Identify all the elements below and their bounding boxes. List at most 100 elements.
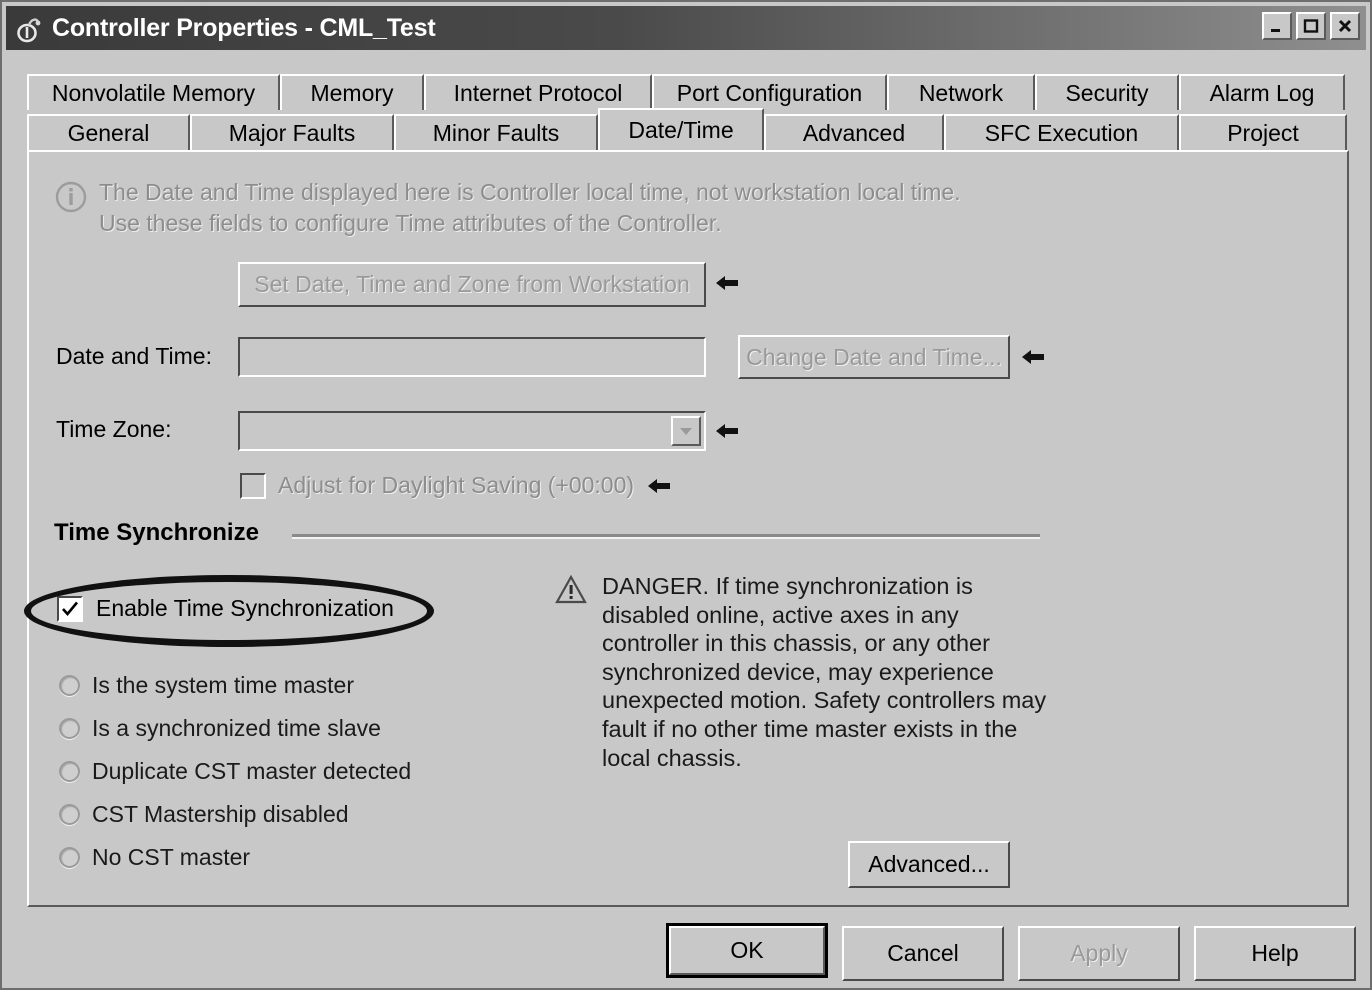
group-separator <box>292 534 1040 539</box>
maximize-icon[interactable] <box>1296 12 1326 40</box>
controller-properties-window: Controller Properties - CML_Test Nonvola… <box>0 0 1372 990</box>
tab-label: Network <box>918 79 1004 106</box>
status-option-label: CST Mastership disabled <box>92 801 349 827</box>
radio-icon[interactable] <box>59 847 80 868</box>
tab-label: Security <box>1065 79 1149 106</box>
tab-row-2: General Major Faults Minor Faults Date/T… <box>27 108 1349 150</box>
tab-strip: Nonvolatile Memory Memory Internet Proto… <box>27 72 1349 150</box>
close-icon[interactable] <box>1330 12 1360 40</box>
set-from-workstation-button[interactable]: Set Date, Time and Zone from Workstation <box>238 262 706 307</box>
time-sync-status-list: Is the system time master Is a synchroni… <box>59 664 411 879</box>
tab-label: Advanced <box>802 119 906 146</box>
enable-time-sync-label: Enable Time Synchronization <box>96 595 394 621</box>
left-arrow-annotation <box>714 418 740 444</box>
tab-label: General <box>67 119 150 146</box>
tab-row-1: Nonvolatile Memory Memory Internet Proto… <box>27 72 1349 110</box>
cancel-label: Cancel <box>887 940 959 966</box>
apply-label: Apply <box>1070 940 1128 966</box>
radio-icon[interactable] <box>59 718 80 739</box>
danger-line: unexpected motion. Safety controllers ma… <box>602 687 1047 714</box>
time-synchronize-group-title: Time Synchronize <box>54 519 259 546</box>
danger-line: local chassis. <box>602 744 742 771</box>
ok-button[interactable]: OK <box>666 923 828 978</box>
status-option-system-time-master[interactable]: Is the system time master <box>59 664 411 707</box>
window-controls <box>1262 12 1360 40</box>
advanced-button[interactable]: Advanced... <box>848 841 1010 888</box>
ok-label: OK <box>730 937 764 963</box>
danger-line: DANGER. If time synchronization is <box>602 573 973 599</box>
enable-time-sync-checkbox[interactable] <box>57 595 83 622</box>
status-option-label: Is the system time master <box>92 672 355 698</box>
warning-triangle-icon <box>555 574 589 611</box>
daylight-saving-label: Adjust for Daylight Saving (+00:00) <box>278 472 635 498</box>
tab-advanced[interactable]: Advanced <box>764 114 944 150</box>
status-option-label: Duplicate CST master detected <box>92 758 412 784</box>
info-line-1: The Date and Time displayed here is Cont… <box>99 179 961 205</box>
daylight-saving-row[interactable]: Adjust for Daylight Saving (+00:00) <box>240 472 672 499</box>
tab-label: Internet Protocol <box>453 79 623 106</box>
tab-major-faults[interactable]: Major Faults <box>190 114 394 150</box>
tab-label: SFC Execution <box>984 119 1139 146</box>
change-date-time-button[interactable]: Change Date and Time... <box>738 335 1010 379</box>
info-icon <box>54 180 88 214</box>
info-line-2: Use these fields to configure Time attri… <box>99 210 722 236</box>
title-bar[interactable]: Controller Properties - CML_Test <box>6 6 1366 50</box>
status-option-label: Is a synchronized time slave <box>92 715 381 741</box>
status-option-no-cst-master[interactable]: No CST master <box>59 836 411 879</box>
chevron-down-icon[interactable] <box>671 416 701 446</box>
set-from-workstation-label: Set Date, Time and Zone from Workstation <box>254 271 690 297</box>
tab-label: Nonvolatile Memory <box>51 79 256 106</box>
status-option-duplicate-cst-master[interactable]: Duplicate CST master detected <box>59 750 411 793</box>
tab-label: Date/Time <box>628 116 734 143</box>
danger-line: fault if no other time master exists in … <box>602 715 1018 742</box>
window-title: Controller Properties - CML_Test <box>52 13 436 42</box>
tab-nonvolatile-memory[interactable]: Nonvolatile Memory <box>27 74 280 110</box>
tab-label: Port Configuration <box>676 79 863 106</box>
tab-label: Minor Faults <box>432 119 560 146</box>
tab-port-configuration[interactable]: Port Configuration <box>652 74 887 110</box>
help-label: Help <box>1251 940 1299 966</box>
tab-project[interactable]: Project <box>1179 114 1347 150</box>
radio-icon[interactable] <box>59 675 80 696</box>
date-and-time-input[interactable] <box>238 337 706 377</box>
tab-network[interactable]: Network <box>887 74 1035 110</box>
help-button[interactable]: Help <box>1194 926 1356 981</box>
change-date-time-label: Change Date and Time... <box>746 343 1002 370</box>
time-zone-combobox[interactable] <box>238 411 706 451</box>
danger-line: synchronized device, may experience <box>602 658 994 685</box>
tab-sfc-execution[interactable]: SFC Execution <box>944 114 1179 150</box>
danger-message: DANGER. If time synchronization is disab… <box>602 572 1057 772</box>
left-arrow-annotation <box>646 473 672 499</box>
cancel-button[interactable]: Cancel <box>842 926 1004 981</box>
controller-icon <box>14 13 44 43</box>
tab-label: Memory <box>310 79 394 106</box>
time-zone-label: Time Zone: <box>56 416 172 442</box>
tab-minor-faults[interactable]: Minor Faults <box>394 114 598 150</box>
date-and-time-label: Date and Time: <box>56 343 212 369</box>
danger-line: disabled online, active axes in any <box>602 601 959 628</box>
info-message: The Date and Time displayed here is Cont… <box>99 177 1099 239</box>
tab-label: Project <box>1227 119 1299 146</box>
tab-general[interactable]: General <box>27 114 190 150</box>
left-arrow-annotation <box>714 270 740 296</box>
tab-date-time[interactable]: Date/Time <box>598 108 764 150</box>
status-option-synchronized-time-slave[interactable]: Is a synchronized time slave <box>59 707 411 750</box>
tab-alarm-log[interactable]: Alarm Log <box>1179 74 1345 110</box>
status-option-cst-mastership-disabled[interactable]: CST Mastership disabled <box>59 793 411 836</box>
tab-security[interactable]: Security <box>1035 74 1179 110</box>
danger-line: controller in this chassis, or any other <box>602 630 990 657</box>
apply-button[interactable]: Apply <box>1018 926 1180 981</box>
status-option-label: No CST master <box>92 844 251 870</box>
daylight-saving-checkbox[interactable] <box>240 472 266 499</box>
radio-icon[interactable] <box>59 804 80 825</box>
radio-icon[interactable] <box>59 761 80 782</box>
tab-label: Major Faults <box>228 119 356 146</box>
minimize-icon[interactable] <box>1262 12 1292 40</box>
enable-time-sync-row[interactable]: Enable Time Synchronization <box>57 595 394 622</box>
tab-label: Alarm Log <box>1209 79 1315 106</box>
dialog-button-bar: OK Cancel Apply Help <box>2 912 1370 988</box>
tab-memory[interactable]: Memory <box>280 74 424 110</box>
advanced-label: Advanced... <box>868 851 990 877</box>
left-arrow-annotation <box>1020 344 1046 370</box>
tab-internet-protocol[interactable]: Internet Protocol <box>424 74 652 110</box>
